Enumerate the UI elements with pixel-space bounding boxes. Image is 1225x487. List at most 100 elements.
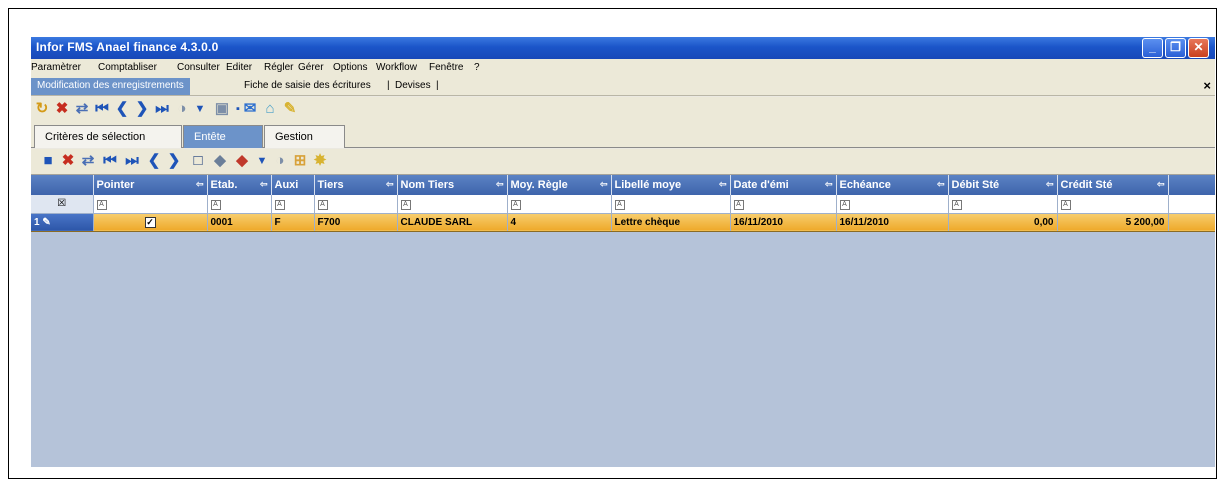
etab-cell[interactable]: 0001 (207, 213, 272, 232)
column-header-libelle[interactable]: Libellé moye ⇦ (611, 175, 731, 195)
delete-icon[interactable]: ✖ (59, 152, 77, 170)
filter-cell[interactable]: A (507, 195, 612, 214)
filter-cell[interactable]: A (271, 195, 315, 214)
echeance-cell[interactable]: 16/11/2010 (836, 213, 949, 232)
filter-icon: A (274, 199, 285, 210)
star-icon[interactable]: ✸ (311, 152, 329, 170)
application-window: Infor FMS Anael finance 4.3.0.0 _ ❐ ✕ Pa… (31, 37, 1215, 467)
last-record-icon[interactable]: ⏭ (123, 152, 141, 170)
date-emission-cell[interactable]: 16/11/2010 (730, 213, 837, 232)
filter-cell[interactable]: A (836, 195, 949, 214)
filter-toggle-icon[interactable]: ☒ (31, 195, 94, 214)
table-row[interactable]: 1 ✎ ✓ 0001 F F700 CLAUDE SARL 4 Lettre c… (31, 213, 1215, 232)
network-icon[interactable]: ⌂ (261, 100, 279, 118)
menu-consulter[interactable]: Consulter (177, 62, 220, 73)
menu-editer[interactable]: Editer (226, 62, 252, 73)
next-icon[interactable]: ❯ (165, 152, 183, 170)
filter-icon: A (839, 199, 850, 210)
filter-cell[interactable]: A (730, 195, 837, 214)
panel-tab-bar: Critères de sélection Entête Gestion (31, 121, 1215, 148)
tab-separator: | (436, 80, 439, 91)
close-window-button[interactable]: ✕ (1188, 38, 1209, 58)
shield-icon[interactable]: ◆ (211, 152, 229, 170)
row-header[interactable]: 1 ✎ (31, 213, 94, 232)
pointer-cell[interactable]: ✓ (93, 213, 208, 232)
column-header-extra[interactable] (1168, 175, 1215, 195)
filter-cell[interactable]: A (948, 195, 1058, 214)
document-icon[interactable]: ◑ (173, 100, 191, 118)
filter-icon: A (210, 199, 221, 210)
dropdown-arrow-icon[interactable]: ▼ (191, 100, 209, 118)
pointer-checkbox[interactable]: ✓ (144, 216, 156, 228)
dropdown-arrow-icon[interactable]: ▼ (253, 152, 271, 170)
previous-icon[interactable]: ❮ (113, 100, 131, 118)
filter-cell[interactable] (1168, 195, 1215, 214)
tab-entete[interactable]: Entête (183, 125, 263, 148)
filter-cell[interactable]: A (611, 195, 731, 214)
filter-icon: A (510, 199, 521, 210)
close-document-icon[interactable]: × (1203, 78, 1211, 93)
column-header-auxi[interactable]: Auxi (271, 175, 315, 195)
menu-regler[interactable]: Régler (264, 62, 293, 73)
row-header-corner (31, 175, 94, 195)
main-toolbar: ↻ ✖ ⇄ ⏮ ❮ ❯ ⏭ ◑ ▼ ▣ ▪ ✉ ⌂ ✎ (31, 97, 1215, 121)
filter-cell[interactable]: A (397, 195, 508, 214)
first-record-icon[interactable]: ⏮ (93, 100, 111, 118)
calculator-icon[interactable]: ⊞ (291, 152, 309, 170)
filter-cell[interactable]: A (93, 195, 208, 214)
minimize-button[interactable]: _ (1142, 38, 1163, 58)
debit-cell[interactable]: 0,00 (948, 213, 1058, 232)
menu-gerer[interactable]: Gérer (298, 62, 324, 73)
libelle-cell[interactable]: Lettre chèque (611, 213, 731, 232)
document-icon[interactable]: ◑ (271, 152, 289, 170)
sync-icon[interactable]: ⇄ (73, 100, 91, 118)
delete-icon[interactable]: ✖ (53, 100, 71, 118)
column-header-debit[interactable]: Débit Sté ⇦ (948, 175, 1058, 195)
credit-cell[interactable]: 5 200,00 (1057, 213, 1169, 232)
filter-shield-icon[interactable]: ◆ (233, 152, 251, 170)
export-icon[interactable]: ✎ (281, 100, 299, 118)
doc-tab-modification[interactable]: Modification des enregistrements (31, 78, 190, 95)
tiers-cell[interactable]: F700 (314, 213, 398, 232)
column-header-pointer[interactable]: Pointer ⇦ (93, 175, 208, 195)
column-header-date-emission[interactable]: Date d'émi ⇦ (730, 175, 837, 195)
filter-cell[interactable]: A (207, 195, 272, 214)
filter-icon: A (317, 199, 328, 210)
maximize-button[interactable]: ❐ (1165, 38, 1186, 58)
filter-cell[interactable]: A (314, 195, 398, 214)
menu-comptabiliser[interactable]: Comptabliser (98, 62, 157, 73)
nom-tiers-cell[interactable]: CLAUDE SARL (397, 213, 508, 232)
menu-workflow[interactable]: Workflow (376, 62, 417, 73)
tab-criteres-selection[interactable]: Critères de sélection (34, 125, 182, 148)
grid-toolbar: ■ ✖ ⇄ ⏮ ⏭ ❮ ❯ □ ◆ ◆ ▼ ◑ ⊞ ✸ (31, 149, 1215, 175)
previous-icon[interactable]: ❮ (145, 152, 163, 170)
refresh-icon[interactable]: ↻ (33, 100, 51, 118)
column-header-moy-regle[interactable]: Moy. Règle ⇦ (507, 175, 612, 195)
column-header-credit[interactable]: Crédit Sté ⇦ (1057, 175, 1169, 195)
first-record-icon[interactable]: ⏮ (101, 152, 119, 170)
mail-icon[interactable]: ✉ (241, 100, 259, 118)
menu-fenetre[interactable]: Fenêtre (429, 62, 463, 73)
menu-parametrer[interactable]: Paramètrer (31, 62, 81, 73)
column-header-tiers[interactable]: Tiers ⇦ (314, 175, 398, 195)
menu-options[interactable]: Options (333, 62, 367, 73)
filter-icon: A (400, 199, 411, 210)
column-header-etab[interactable]: Etab. ⇦ (207, 175, 272, 195)
doc-tab-fiche-saisie[interactable]: Fiche de saisie des écritures (244, 80, 371, 91)
window-title: Infor FMS Anael finance 4.3.0.0 (36, 40, 219, 54)
sync-icon[interactable]: ⇄ (79, 152, 97, 170)
save-icon[interactable]: ■ (39, 152, 57, 170)
window-icon[interactable]: □ (189, 152, 207, 170)
column-header-nom-tiers[interactable]: Nom Tiers ⇦ (397, 175, 508, 195)
filter-cell[interactable]: A (1057, 195, 1169, 214)
last-record-icon[interactable]: ⏭ (153, 100, 171, 118)
doc-tab-devises[interactable]: Devises (395, 80, 431, 91)
extra-cell[interactable] (1168, 213, 1215, 232)
document-tab-strip: Modification des enregistrements Fiche d… (31, 77, 1215, 96)
moy-regle-cell[interactable]: 4 (507, 213, 612, 232)
menu-help[interactable]: ? (474, 62, 480, 73)
auxi-cell[interactable]: F (271, 213, 315, 232)
tab-gestion[interactable]: Gestion (264, 125, 345, 148)
column-header-echeance[interactable]: Echéance ⇦ (836, 175, 949, 195)
next-icon[interactable]: ❯ (133, 100, 151, 118)
